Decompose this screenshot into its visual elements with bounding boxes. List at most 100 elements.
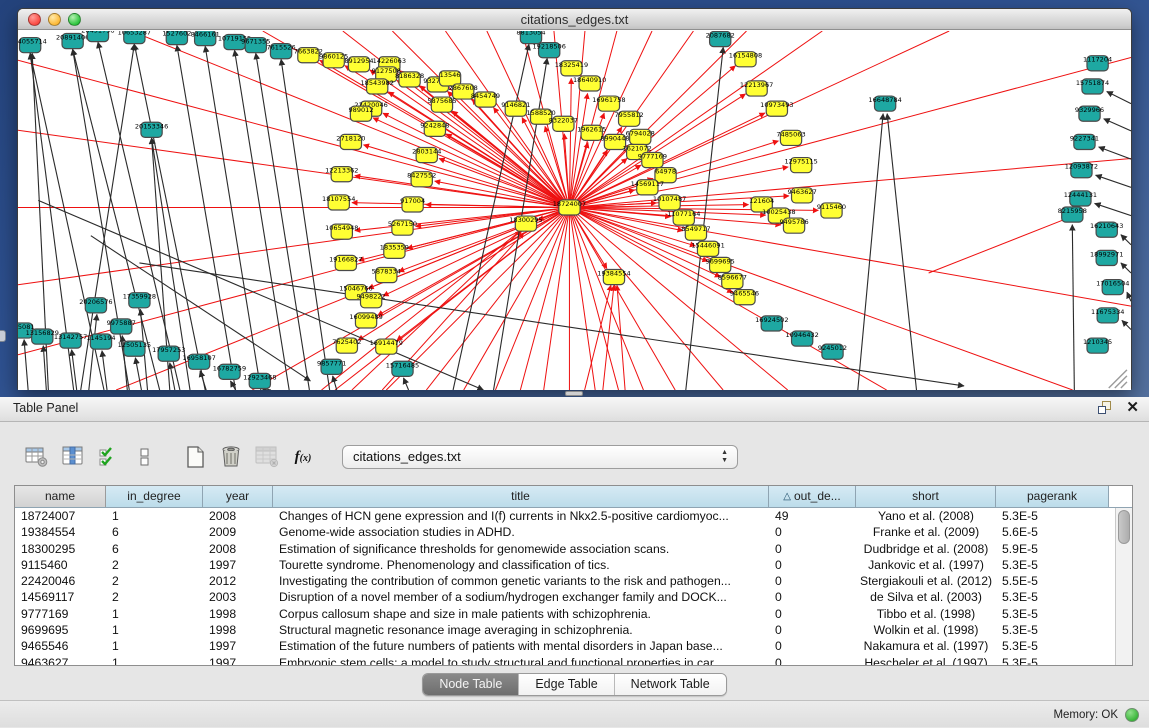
table-cell[interactable]: Jankovic et al. (1997): [856, 557, 996, 573]
network-node[interactable]: 8186328: [395, 72, 424, 87]
table-cell[interactable]: Wolkin et al. (1998): [856, 622, 996, 638]
network-node[interactable]: 16782759: [213, 364, 246, 379]
table-cell[interactable]: 5.3E-5: [996, 622, 1109, 638]
resize-grip-icon[interactable]: [1115, 376, 1127, 388]
table-cell[interactable]: Corpus callosum shape and size in male p…: [273, 606, 769, 622]
network-node[interactable]: 11077164: [667, 210, 700, 225]
network-node[interactable]: 9245012: [818, 344, 847, 359]
network-node[interactable]: 10107487: [653, 195, 686, 210]
network-node[interactable]: 10946432: [785, 331, 818, 346]
resize-grip-icon[interactable]: [1121, 382, 1127, 388]
network-node[interactable]: 5878334: [372, 267, 401, 282]
network-node[interactable]: 18992971: [1090, 250, 1123, 265]
network-node[interactable]: 1527602: [162, 31, 191, 45]
network-node[interactable]: 20891406: [56, 34, 89, 49]
network-node[interactable]: 9227341: [1070, 134, 1099, 149]
network-view-canvas[interactable]: 1872400718300295193845541422606391275088…: [18, 31, 1131, 390]
network-node[interactable]: 12975115: [784, 158, 817, 173]
network-node[interactable]: 12923468: [243, 373, 276, 388]
network-node[interactable]: 12093872: [1065, 163, 1098, 178]
network-node[interactable]: 917004: [400, 197, 425, 212]
table-cell[interactable]: 9699695: [15, 622, 106, 638]
table-cell[interactable]: 5.9E-5: [996, 541, 1109, 557]
network-node[interactable]: 9699695: [706, 257, 735, 272]
tab-edge-table[interactable]: Edge Table: [519, 674, 614, 695]
table-row[interactable]: 2242004622012Investigating the contribut…: [15, 573, 1132, 589]
table-cell[interactable]: Dudbridge et al. (2008): [856, 541, 996, 557]
table-cell[interactable]: Investigating the contribution of common…: [273, 573, 769, 589]
table-cell[interactable]: 9463627: [15, 655, 106, 666]
table-cell[interactable]: 2012: [203, 573, 273, 589]
table-row[interactable]: 1830029562008Estimation of significance …: [15, 541, 1132, 557]
network-table-select[interactable]: citations_edges.txt ▲▼: [342, 445, 738, 469]
network-node[interactable]: 15446091: [691, 241, 724, 256]
table-cell[interactable]: Franke et al. (2009): [856, 524, 996, 540]
table-cell[interactable]: 5.3E-5: [996, 589, 1109, 605]
network-node[interactable]: 7615526: [266, 44, 295, 59]
network-node[interactable]: 1210345: [1083, 338, 1112, 353]
table-cell[interactable]: Stergiakouli et al. (2012): [856, 573, 996, 589]
table-cell[interactable]: 0: [769, 655, 856, 666]
network-node[interactable]: 5267150: [388, 220, 417, 235]
column-header-pagerank[interactable]: pagerank: [996, 486, 1109, 507]
table-cell[interactable]: 2: [106, 589, 203, 605]
table-cell[interactable]: 6: [106, 524, 203, 540]
window-titlebar[interactable]: citations_edges.txt: [18, 9, 1131, 30]
column-header-in-degree[interactable]: in_degree: [106, 486, 203, 507]
network-node[interactable]: 16924502: [755, 316, 788, 331]
network-node[interactable]: 7955812: [615, 111, 644, 126]
table-row[interactable]: 946554611997Estimation of the future num…: [15, 638, 1132, 654]
table-cell[interactable]: 1: [106, 508, 203, 524]
network-node[interactable]: 10973493: [760, 101, 793, 116]
network-node[interactable]: 16961758: [592, 96, 625, 111]
table-settings-button[interactable]: [22, 442, 52, 472]
network-node[interactable]: 2718120: [336, 134, 365, 149]
network-node[interactable]: 8466161: [191, 31, 220, 46]
network-node[interactable]: 8912954: [344, 57, 373, 72]
table-row[interactable]: 1456911722003Disruption of a novel membe…: [15, 589, 1132, 605]
network-node[interactable]: 12444131: [1064, 191, 1097, 206]
table-cell[interactable]: Genome-wide association studies in ADHD.: [273, 524, 769, 540]
column-header-title[interactable]: title: [273, 486, 769, 507]
network-node[interactable]: 8427552: [407, 172, 436, 187]
table-cell[interactable]: 1: [106, 606, 203, 622]
table-cell[interactable]: 5.3E-5: [996, 508, 1109, 524]
table-scrollbar-thumb[interactable]: [1118, 510, 1130, 544]
table-cell[interactable]: Estimation of the future numbers of pati…: [273, 638, 769, 654]
table-cell[interactable]: 0: [769, 589, 856, 605]
table-cell[interactable]: 0: [769, 638, 856, 654]
table-cell[interactable]: 9465546: [15, 638, 106, 654]
table-cell[interactable]: 1997: [203, 557, 273, 573]
table-cell[interactable]: Yano et al. (2008): [856, 508, 996, 524]
network-node[interactable]: 9498222: [357, 293, 386, 308]
table-cell[interactable]: Tourette syndrome. Phenomenology and cla…: [273, 557, 769, 573]
table-cell[interactable]: 2009: [203, 524, 273, 540]
column-header-name[interactable]: name: [15, 486, 106, 507]
table-cell[interactable]: 0: [769, 557, 856, 573]
network-node[interactable]: 8549717: [681, 225, 710, 240]
network-node[interactable]: 7625402: [332, 338, 361, 353]
network-node[interactable]: 1117204: [1083, 56, 1112, 71]
table-cell[interactable]: 5.3E-5: [996, 655, 1109, 666]
network-node[interactable]: 13142757: [54, 333, 87, 348]
table-cell[interactable]: 5.3E-5: [996, 638, 1109, 654]
network-node[interactable]: 9975887: [107, 319, 136, 334]
network-node[interactable]: 19384554: [597, 269, 630, 284]
table-row[interactable]: 946362711997Embryonic stem cells: a mode…: [15, 655, 1132, 666]
table-cell[interactable]: Nakamura et al. (1997): [856, 638, 996, 654]
table-cell[interactable]: 2: [106, 557, 203, 573]
network-node[interactable]: 17359928: [123, 293, 156, 308]
function-builder-button[interactable]: f(x): [288, 442, 318, 472]
table-cell[interactable]: 9115460: [15, 557, 106, 573]
network-node[interactable]: 1145194: [86, 334, 115, 349]
network-node[interactable]: 16914479: [370, 339, 403, 354]
network-node[interactable]: 9329966: [1075, 106, 1104, 121]
table-cell[interactable]: 0: [769, 622, 856, 638]
table-cell[interactable]: 0: [769, 541, 856, 557]
table-cell[interactable]: 0: [769, 573, 856, 589]
table-row[interactable]: 1872400712008Changes of HCN gene express…: [15, 508, 1132, 524]
table-row[interactable]: 969969511998Structural magnetic resonanc…: [15, 622, 1132, 638]
network-node[interactable]: 989012: [348, 106, 373, 121]
network-node[interactable]: 8322037: [549, 116, 578, 131]
network-node[interactable]: 17957253: [152, 346, 185, 361]
